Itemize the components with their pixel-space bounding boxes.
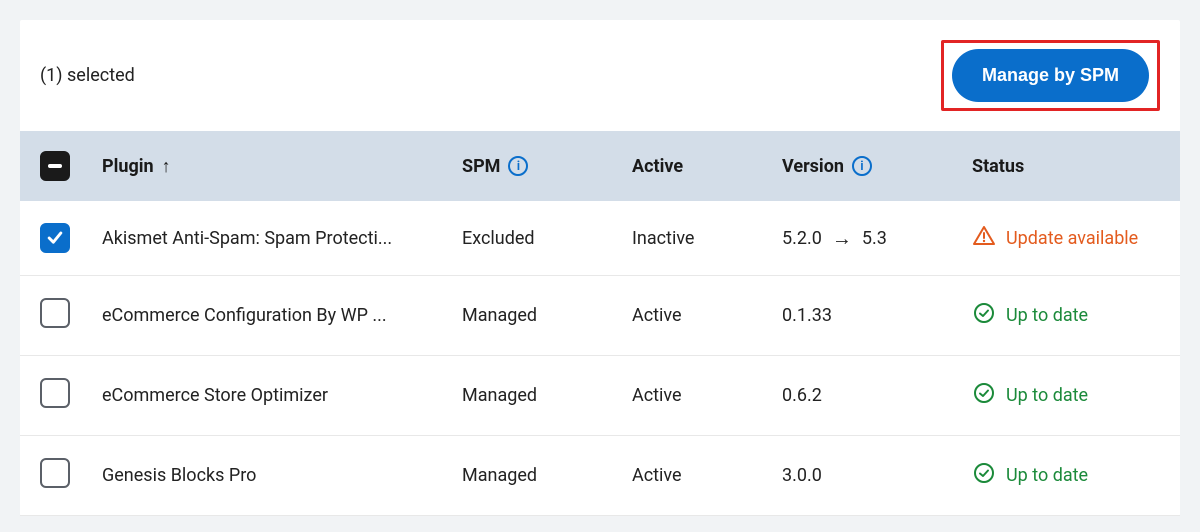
status-value: Update available xyxy=(960,201,1180,276)
column-plugin[interactable]: Plugin ↑ xyxy=(90,131,450,201)
info-icon[interactable]: i xyxy=(852,156,872,176)
column-plugin-label: Plugin xyxy=(102,156,154,177)
table-row: Genesis Blocks ProManagedActive 3.0.0 Up t… xyxy=(20,436,1180,516)
plugin-name: Akismet Anti-Spam: Spam Protecti... xyxy=(90,201,450,276)
check-circle-icon xyxy=(972,381,996,410)
column-active[interactable]: Active xyxy=(620,131,770,201)
select-all-checkbox[interactable] xyxy=(40,151,70,181)
status-value: Up to date xyxy=(960,436,1180,516)
row-checkbox[interactable] xyxy=(40,458,70,488)
active-value: Active xyxy=(620,276,770,356)
plugins-table: Plugin ↑ SPM i Active Version i xyxy=(20,131,1180,516)
table-row: eCommerce Configuration By WP ...Managed… xyxy=(20,276,1180,356)
version-value: 0.6.2 xyxy=(770,356,960,436)
warning-icon xyxy=(972,224,996,253)
spm-value: Managed xyxy=(450,276,620,356)
column-spm-label: SPM xyxy=(462,156,500,177)
arrow-right-icon: → xyxy=(832,226,852,251)
table-header-row: Plugin ↑ SPM i Active Version i xyxy=(20,131,1180,201)
column-spm[interactable]: SPM i xyxy=(450,131,620,201)
status-value: Up to date xyxy=(960,276,1180,356)
status-text: Update available xyxy=(1006,228,1138,249)
version-to: 5.3 xyxy=(862,228,887,249)
status-text: Up to date xyxy=(1006,465,1088,486)
highlight-annotation: Manage by SPM xyxy=(941,40,1160,111)
check-circle-icon xyxy=(972,301,996,330)
version-from: 5.2.0 xyxy=(782,228,822,249)
spm-value: Excluded xyxy=(450,201,620,276)
sort-asc-icon: ↑ xyxy=(162,156,171,177)
status-text: Up to date xyxy=(1006,305,1088,326)
row-checkbox[interactable] xyxy=(40,298,70,328)
info-icon[interactable]: i xyxy=(508,156,528,176)
check-circle-icon xyxy=(972,461,996,490)
version-from: 3.0.0 xyxy=(782,465,822,486)
plugin-name: Genesis Blocks Pro xyxy=(90,436,450,516)
selection-count: (1) selected xyxy=(40,65,135,86)
column-status-label: Status xyxy=(972,156,1024,177)
version-value: 5.2.0 → 5.3 xyxy=(770,201,960,276)
version-from: 0.6.2 xyxy=(782,385,822,406)
row-checkbox[interactable] xyxy=(40,223,70,253)
version-value: 0.1.33 xyxy=(770,276,960,356)
column-version-label: Version xyxy=(782,156,844,177)
status-text: Up to date xyxy=(1006,385,1088,406)
status-value: Up to date xyxy=(960,356,1180,436)
plugin-panel: (1) selected Manage by SPM Plugin ↑ SPM xyxy=(20,20,1180,516)
column-version[interactable]: Version i xyxy=(770,131,960,201)
table-row: eCommerce Store OptimizerManagedActive 0.… xyxy=(20,356,1180,436)
spm-value: Managed xyxy=(450,436,620,516)
column-status[interactable]: Status xyxy=(960,131,1180,201)
plugin-name: eCommerce Configuration By WP ... xyxy=(90,276,450,356)
active-value: Active xyxy=(620,356,770,436)
version-from: 0.1.33 xyxy=(782,305,832,326)
active-value: Inactive xyxy=(620,201,770,276)
table-row: Akismet Anti-Spam: Spam Protecti...Exclu… xyxy=(20,201,1180,276)
column-active-label: Active xyxy=(632,156,683,177)
active-value: Active xyxy=(620,436,770,516)
manage-by-spm-button[interactable]: Manage by SPM xyxy=(952,49,1149,102)
spm-value: Managed xyxy=(450,356,620,436)
version-value: 3.0.0 xyxy=(770,436,960,516)
plugin-name: eCommerce Store Optimizer xyxy=(90,356,450,436)
row-checkbox[interactable] xyxy=(40,378,70,408)
toolbar: (1) selected Manage by SPM xyxy=(20,20,1180,131)
